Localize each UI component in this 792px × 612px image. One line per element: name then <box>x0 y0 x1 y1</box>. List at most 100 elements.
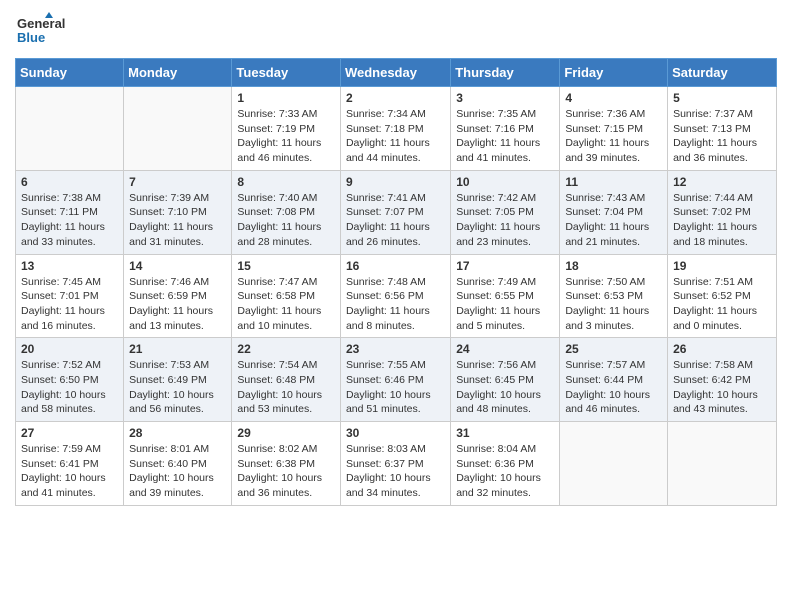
day-number: 12 <box>673 175 771 189</box>
calendar-cell: 21 Sunrise: 7:53 AM Sunset: 6:49 PM Dayli… <box>124 338 232 422</box>
calendar-cell <box>560 422 668 506</box>
calendar-cell: 11 Sunrise: 7:43 AM Sunset: 7:04 PM Dayli… <box>560 170 668 254</box>
calendar-cell: 19 Sunrise: 7:51 AM Sunset: 6:52 PM Dayli… <box>668 254 777 338</box>
calendar-cell: 18 Sunrise: 7:50 AM Sunset: 6:53 PM Dayli… <box>560 254 668 338</box>
day-number: 19 <box>673 259 771 273</box>
day-number: 26 <box>673 342 771 356</box>
day-info: Sunrise: 7:48 AM Sunset: 6:56 PM Dayligh… <box>346 275 445 334</box>
calendar-cell: 24 Sunrise: 7:56 AM Sunset: 6:45 PM Dayli… <box>451 338 560 422</box>
day-number: 8 <box>237 175 335 189</box>
calendar-cell: 6Sunrise: 7:38 AM Sunset: 7:11 PM Daylig… <box>16 170 124 254</box>
day-number: 9 <box>346 175 445 189</box>
day-number: 4 <box>565 91 662 105</box>
calendar-cell: 9Sunrise: 7:41 AM Sunset: 7:07 PM Daylig… <box>340 170 450 254</box>
day-info: Sunrise: 7:34 AM Sunset: 7:18 PM Dayligh… <box>346 107 445 166</box>
day-info: Sunrise: 7:37 AM Sunset: 7:13 PM Dayligh… <box>673 107 771 166</box>
calendar-cell: 2 Sunrise: 7:34 AM Sunset: 7:18 PM Daylig… <box>340 87 450 171</box>
svg-text:General: General <box>17 16 65 31</box>
column-header-wednesday: Wednesday <box>340 59 450 87</box>
calendar-cell: 16 Sunrise: 7:48 AM Sunset: 6:56 PM Dayli… <box>340 254 450 338</box>
day-number: 10 <box>456 175 554 189</box>
day-number: 18 <box>565 259 662 273</box>
calendar-cell: 13 Sunrise: 7:45 AM Sunset: 7:01 PM Dayli… <box>16 254 124 338</box>
day-number: 30 <box>346 426 445 440</box>
day-number: 1 <box>237 91 335 105</box>
day-info: Sunrise: 7:46 AM Sunset: 6:59 PM Dayligh… <box>129 275 226 334</box>
calendar-cell: 25 Sunrise: 7:57 AM Sunset: 6:44 PM Dayli… <box>560 338 668 422</box>
day-number: 11 <box>565 175 662 189</box>
day-info: Sunrise: 7:49 AM Sunset: 6:55 PM Dayligh… <box>456 275 554 334</box>
day-info: Sunrise: 7:33 AM Sunset: 7:19 PM Dayligh… <box>237 107 335 166</box>
calendar-cell: 17Sunrise: 7:49 AM Sunset: 6:55 PM Dayli… <box>451 254 560 338</box>
day-number: 13 <box>21 259 118 273</box>
day-number: 28 <box>129 426 226 440</box>
calendar-cell: 28 Sunrise: 8:01 AM Sunset: 6:40 PM Dayli… <box>124 422 232 506</box>
column-header-saturday: Saturday <box>668 59 777 87</box>
day-number: 24 <box>456 342 554 356</box>
calendar-cell: 31 Sunrise: 8:04 AM Sunset: 6:36 PM Dayli… <box>451 422 560 506</box>
day-number: 23 <box>346 342 445 356</box>
day-info: Sunrise: 7:39 AM Sunset: 7:10 PM Dayligh… <box>129 191 226 250</box>
day-info: Sunrise: 7:35 AM Sunset: 7:16 PM Dayligh… <box>456 107 554 166</box>
calendar-cell: 20 Sunrise: 7:52 AM Sunset: 6:50 PM Dayli… <box>16 338 124 422</box>
calendar-cell: 23 Sunrise: 7:55 AM Sunset: 6:46 PM Dayli… <box>340 338 450 422</box>
day-number: 2 <box>346 91 445 105</box>
day-info: Sunrise: 7:56 AM Sunset: 6:45 PM Dayligh… <box>456 358 554 417</box>
day-info: Sunrise: 7:58 AM Sunset: 6:42 PM Dayligh… <box>673 358 771 417</box>
day-info: Sunrise: 8:01 AM Sunset: 6:40 PM Dayligh… <box>129 442 226 501</box>
day-info: Sunrise: 7:43 AM Sunset: 7:04 PM Dayligh… <box>565 191 662 250</box>
day-info: Sunrise: 7:47 AM Sunset: 6:58 PM Dayligh… <box>237 275 335 334</box>
calendar-week-row: 20 Sunrise: 7:52 AM Sunset: 6:50 PM Dayli… <box>16 338 777 422</box>
day-number: 31 <box>456 426 554 440</box>
day-number: 5 <box>673 91 771 105</box>
day-number: 22 <box>237 342 335 356</box>
column-header-tuesday: Tuesday <box>232 59 341 87</box>
day-info: Sunrise: 7:44 AM Sunset: 7:02 PM Dayligh… <box>673 191 771 250</box>
day-info: Sunrise: 7:51 AM Sunset: 6:52 PM Dayligh… <box>673 275 771 334</box>
calendar-cell: 15 Sunrise: 7:47 AM Sunset: 6:58 PM Dayli… <box>232 254 341 338</box>
day-number: 20 <box>21 342 118 356</box>
day-number: 21 <box>129 342 226 356</box>
day-info: Sunrise: 8:03 AM Sunset: 6:37 PM Dayligh… <box>346 442 445 501</box>
day-info: Sunrise: 7:57 AM Sunset: 6:44 PM Dayligh… <box>565 358 662 417</box>
calendar-header-row: SundayMondayTuesdayWednesdayThursdayFrid… <box>16 59 777 87</box>
calendar-cell: 1 Sunrise: 7:33 AM Sunset: 7:19 PM Daylig… <box>232 87 341 171</box>
calendar-cell: 5 Sunrise: 7:37 AM Sunset: 7:13 PM Daylig… <box>668 87 777 171</box>
calendar-cell: 8 Sunrise: 7:40 AM Sunset: 7:08 PM Daylig… <box>232 170 341 254</box>
day-number: 29 <box>237 426 335 440</box>
calendar-cell <box>668 422 777 506</box>
day-info: Sunrise: 8:04 AM Sunset: 6:36 PM Dayligh… <box>456 442 554 501</box>
day-info: Sunrise: 7:59 AM Sunset: 6:41 PM Dayligh… <box>21 442 118 501</box>
day-info: Sunrise: 7:52 AM Sunset: 6:50 PM Dayligh… <box>21 358 118 417</box>
day-number: 3 <box>456 91 554 105</box>
day-info: Sunrise: 7:50 AM Sunset: 6:53 PM Dayligh… <box>565 275 662 334</box>
calendar-cell: 30 Sunrise: 8:03 AM Sunset: 6:37 PM Dayli… <box>340 422 450 506</box>
day-info: Sunrise: 7:45 AM Sunset: 7:01 PM Dayligh… <box>21 275 118 334</box>
calendar-cell <box>16 87 124 171</box>
day-number: 15 <box>237 259 335 273</box>
column-header-sunday: Sunday <box>16 59 124 87</box>
column-header-monday: Monday <box>124 59 232 87</box>
calendar-cell: 14Sunrise: 7:46 AM Sunset: 6:59 PM Dayli… <box>124 254 232 338</box>
calendar-cell: 7 Sunrise: 7:39 AM Sunset: 7:10 PM Daylig… <box>124 170 232 254</box>
day-info: Sunrise: 7:38 AM Sunset: 7:11 PM Dayligh… <box>21 191 118 250</box>
day-number: 27 <box>21 426 118 440</box>
day-info: Sunrise: 7:40 AM Sunset: 7:08 PM Dayligh… <box>237 191 335 250</box>
day-number: 25 <box>565 342 662 356</box>
day-info: Sunrise: 7:54 AM Sunset: 6:48 PM Dayligh… <box>237 358 335 417</box>
page-header: General Blue <box>15 10 777 50</box>
calendar-cell: 3 Sunrise: 7:35 AM Sunset: 7:16 PM Daylig… <box>451 87 560 171</box>
day-number: 16 <box>346 259 445 273</box>
day-info: Sunrise: 7:53 AM Sunset: 6:49 PM Dayligh… <box>129 358 226 417</box>
svg-text:Blue: Blue <box>17 30 45 45</box>
calendar-week-row: 6Sunrise: 7:38 AM Sunset: 7:11 PM Daylig… <box>16 170 777 254</box>
calendar-week-row: 1 Sunrise: 7:33 AM Sunset: 7:19 PM Daylig… <box>16 87 777 171</box>
calendar-cell: 29Sunrise: 8:02 AM Sunset: 6:38 PM Dayli… <box>232 422 341 506</box>
day-info: Sunrise: 7:42 AM Sunset: 7:05 PM Dayligh… <box>456 191 554 250</box>
calendar-table: SundayMondayTuesdayWednesdayThursdayFrid… <box>15 58 777 506</box>
day-number: 7 <box>129 175 226 189</box>
logo-icon: General Blue <box>15 10 95 50</box>
day-info: Sunrise: 7:55 AM Sunset: 6:46 PM Dayligh… <box>346 358 445 417</box>
calendar-cell: 22 Sunrise: 7:54 AM Sunset: 6:48 PM Dayli… <box>232 338 341 422</box>
column-header-friday: Friday <box>560 59 668 87</box>
